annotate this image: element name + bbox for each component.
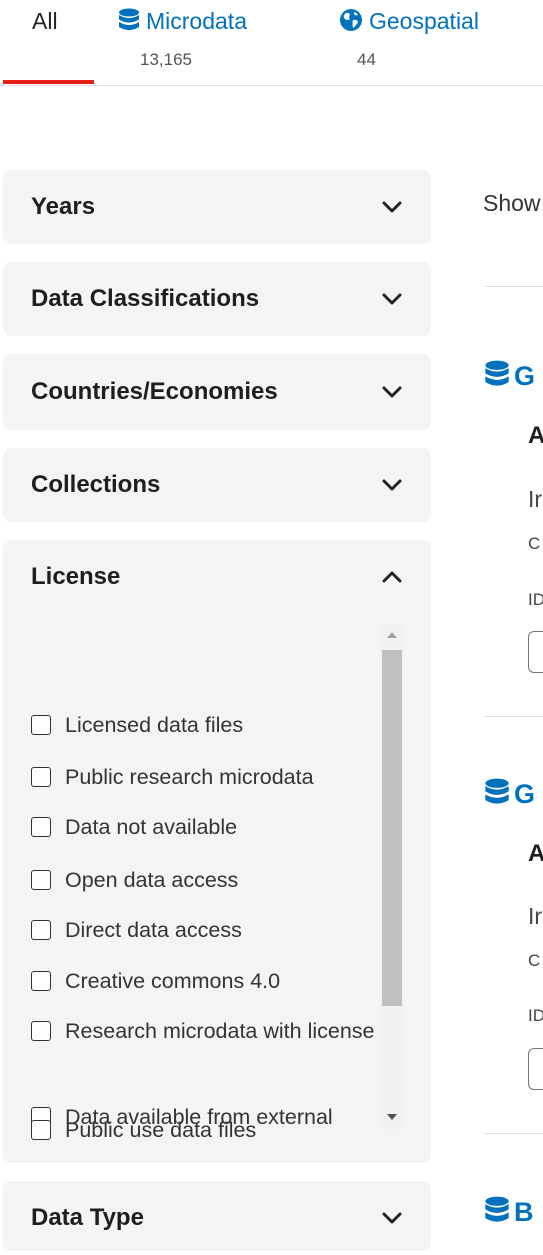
chevron-down-icon <box>382 386 402 398</box>
facet-countries-title: Countries/Economies <box>31 378 278 405</box>
tab-geospatial-count: 44 <box>357 50 376 69</box>
chevron-down-icon <box>382 201 402 213</box>
result-subtitle: A <box>528 422 543 449</box>
facet-collections: Collections <box>3 448 431 522</box>
license-scrollbar[interactable] <box>380 624 404 1129</box>
tab-microdata[interactable]: Microdata 13,165 <box>112 0 312 86</box>
license-option-label: Research microdata with license <box>65 1019 375 1043</box>
facet-data-type-toggle[interactable]: Data Type <box>3 1181 431 1251</box>
globe-icon <box>340 9 362 31</box>
divider <box>484 286 543 287</box>
type-tabs: All Microdata 13,165 Geospatial 44 <box>0 0 543 86</box>
license-option-label: Public research microdata <box>65 765 314 789</box>
facet-countries-toggle[interactable]: Countries/Economies <box>3 354 431 430</box>
database-icon <box>485 1196 509 1222</box>
facet-data-type-title: Data Type <box>31 1204 144 1231</box>
database-icon <box>485 360 509 386</box>
result-action-button[interactable] <box>528 1048 543 1090</box>
result-line: ID <box>528 1006 543 1025</box>
license-options-list: Licensed data files Public research micr… <box>3 620 403 1125</box>
divider <box>484 1133 543 1134</box>
facet-years: Years <box>3 170 431 244</box>
scroll-thumb[interactable] <box>382 650 402 1006</box>
chevron-up-icon <box>382 571 402 583</box>
facet-years-title: Years <box>31 193 96 220</box>
license-option-label: Data not available <box>65 815 238 839</box>
license-option-label: Licensed data files <box>65 713 244 737</box>
scroll-down-arrow-icon[interactable] <box>387 1114 397 1120</box>
facet-countries: Countries/Economies <box>3 354 431 430</box>
result-title[interactable]: G <box>484 778 543 810</box>
tab-geospatial-label-wrap: Geospatial <box>339 8 479 35</box>
tab-microdata-label: Microdata <box>146 8 247 34</box>
facet-collections-title: Collections <box>31 471 161 498</box>
database-icon <box>485 778 509 804</box>
tab-microdata-count: 13,165 <box>140 50 192 69</box>
facet-license-title: License <box>31 563 121 590</box>
facet-license-toggle[interactable]: License <box>3 540 431 614</box>
result-line: C <box>528 951 541 970</box>
result-line: ID <box>528 590 543 609</box>
facet-data-classifications-toggle[interactable]: Data Classifications <box>3 262 431 336</box>
license-option-label: Direct data access <box>65 918 242 942</box>
facet-data-classifications: Data Classifications <box>3 262 431 336</box>
result-title[interactable]: B <box>484 1196 543 1228</box>
facet-years-toggle[interactable]: Years <box>3 170 431 244</box>
tab-geospatial[interactable]: Geospatial 44 <box>335 0 535 86</box>
tab-microdata-label-wrap: Microdata <box>118 8 247 35</box>
database-icon <box>119 8 139 30</box>
result-title-text: B <box>514 1197 534 1227</box>
facet-data-classifications-title: Data Classifications <box>31 285 260 312</box>
chevron-down-icon <box>382 479 402 491</box>
tab-all-label: All <box>32 8 58 34</box>
license-option[interactable]: Research microdata with license <box>31 1011 381 1091</box>
result-title[interactable]: G <box>484 360 543 392</box>
checkbox[interactable] <box>31 715 51 735</box>
divider <box>484 716 543 717</box>
chevron-down-icon <box>382 293 402 305</box>
result-subtitle: A <box>528 840 543 867</box>
result-line: Ir <box>528 903 543 929</box>
results-summary: Show <box>483 190 541 216</box>
license-option-label: Open data access <box>65 868 239 892</box>
checkbox[interactable] <box>31 817 51 837</box>
result-line: C <box>528 534 541 553</box>
checkbox[interactable] <box>31 920 51 940</box>
checkbox[interactable] <box>31 1021 51 1041</box>
checkbox[interactable] <box>31 971 51 991</box>
result-title-text: G <box>514 779 536 809</box>
chevron-down-icon <box>382 1212 402 1224</box>
tab-geospatial-label: Geospatial <box>369 8 479 34</box>
scroll-up-arrow-icon[interactable] <box>387 632 397 638</box>
result-line: Ir <box>528 486 543 512</box>
facet-license: License Licensed data files Public resea… <box>3 540 431 1163</box>
checkbox[interactable] <box>31 1120 51 1140</box>
license-option-label: Creative commons 4.0 <box>65 969 281 993</box>
checkbox[interactable] <box>31 870 51 890</box>
license-option-label: Public use data files <box>65 1118 257 1142</box>
checkbox[interactable] <box>31 767 51 787</box>
active-tab-indicator <box>3 80 94 84</box>
result-title-text: G <box>514 361 536 391</box>
tab-all[interactable]: All <box>0 0 100 86</box>
result-action-button[interactable] <box>528 631 543 673</box>
facet-data-type: Data Type <box>3 1181 431 1251</box>
facet-collections-toggle[interactable]: Collections <box>3 448 431 522</box>
